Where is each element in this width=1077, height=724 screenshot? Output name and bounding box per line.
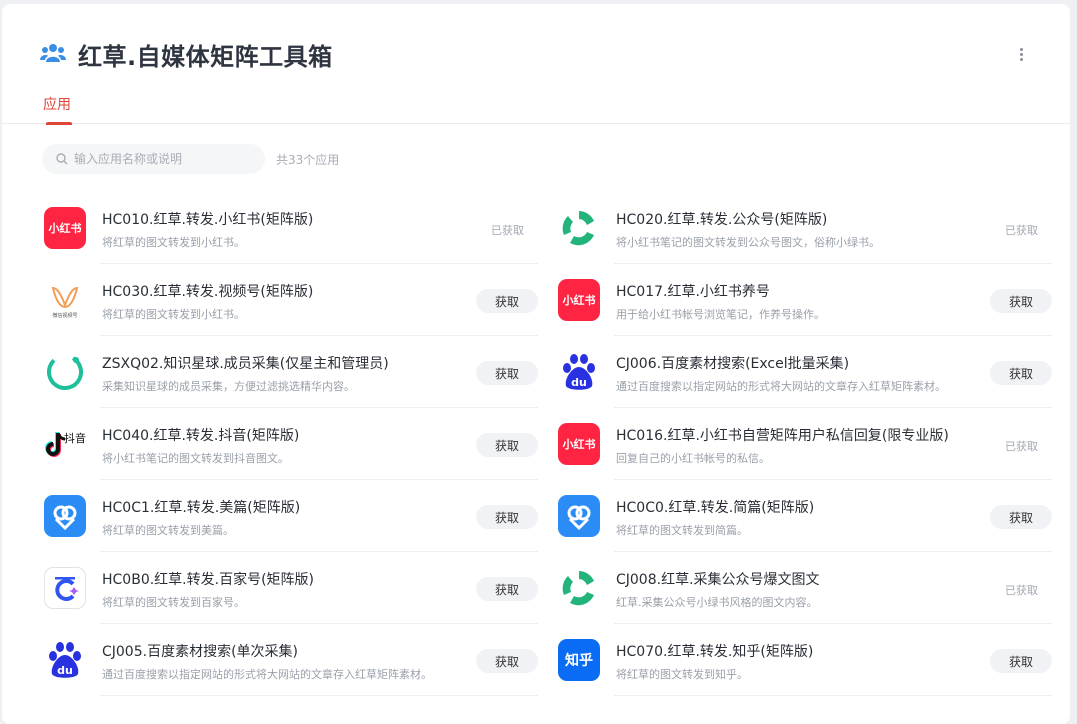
more-options-icon[interactable] — [1014, 46, 1028, 64]
app-count: 共33个应用 — [276, 153, 340, 167]
logo-text: du — [571, 376, 587, 389]
baijiahao-icon — [44, 567, 86, 609]
logo-text: 知乎 — [565, 653, 593, 669]
get-button[interactable]: 获取 — [990, 289, 1052, 313]
app-name: HC010.红草.转发.小红书(矩阵版) — [102, 212, 314, 228]
app-description: 红草.采集公众号小绿书风格的图文内容。 — [616, 596, 818, 609]
app-description: 将小红书笔记的图文转发到抖音图文。 — [102, 452, 289, 465]
get-button[interactable]: 获取 — [990, 505, 1052, 529]
search-box — [42, 144, 265, 174]
app-list-item[interactable]: CJ008.红草.采集公众号爆文图文 红草.采集公众号小绿书风格的图文内容。 已获取 — [558, 552, 1052, 624]
app-name: HC016.红草.小红书自营矩阵用户私信回复(限专业版) — [616, 428, 949, 444]
app-description: 将红草的图文转发到百家号。 — [102, 596, 245, 609]
acquired-status: 已获取 — [1005, 584, 1038, 597]
search-icon — [56, 153, 68, 165]
app-list-item[interactable]: HC0B0.红草.转发.百家号(矩阵版) 将红草的图文转发到百家号。 获取 — [44, 552, 538, 624]
app-list-item[interactable]: du CJ006.百度素材搜索(Excel批量采集) 通过百度搜索以指定网站的形式将… — [558, 336, 1052, 408]
app-list-item[interactable]: 小红书 HC016.红草.小红书自营矩阵用户私信回复(限专业版) 回复自己的小红书帐… — [558, 408, 1052, 480]
get-button[interactable]: 获取 — [476, 361, 538, 385]
app-description: 采集知识星球的成员采集，方便过滤挑选精华内容。 — [102, 380, 355, 393]
baidu-icon: du — [44, 639, 86, 681]
app-description: 将红草的图文转发到小红书。 — [102, 236, 245, 249]
app-name: HC0C0.红草.转发.简篇(矩阵版) — [616, 500, 815, 516]
get-button[interactable]: 获取 — [990, 649, 1052, 673]
app-list-item[interactable]: HC0C0.红草.转发.简篇(矩阵版) 将红草的图文转发到简篇。 获取 — [558, 480, 1052, 552]
app-list-item[interactable]: 小红书 HC017.红草.小红书养号用于给小红书帐号浏览笔记，作养号操作。 获取 — [558, 264, 1052, 336]
app-description: 回复自己的小红书帐号的私信。 — [616, 452, 770, 465]
get-button[interactable]: 获取 — [990, 361, 1052, 385]
get-button[interactable]: 获取 — [476, 577, 538, 601]
app-name: HC0B0.红草.转发.百家号(矩阵版) — [102, 572, 314, 588]
tab-active-indicator — [46, 122, 72, 125]
acquired-status: 已获取 — [1005, 224, 1038, 237]
app-description: 将红草的图文转发到美篇。 — [102, 524, 234, 537]
row-divider — [100, 695, 538, 696]
app-name: CJ005.百度素材搜索(单次采集) — [102, 644, 298, 660]
app-list-item[interactable]: HC0C1.红草.转发.美篇(矩阵版) 将红草的图文转发到美篇。 获取 — [44, 480, 538, 552]
app-name: CJ006.百度素材搜索(Excel批量采集) — [616, 356, 850, 372]
page-header: 红草.自媒体矩阵工具箱 应用 — [2, 4, 1070, 125]
get-button[interactable]: 获取 — [476, 433, 538, 457]
app-list-item[interactable]: 小红书 HC010.红草.转发.小红书(矩阵版) 将红草的图文转发到小红书。 已获取 — [44, 192, 538, 264]
app-name: CJ008.红草.采集公众号爆文图文 — [616, 572, 820, 588]
app-description: 将红草的图文转发到小红书。 — [102, 308, 245, 321]
logo-text: 小红书 — [48, 222, 82, 235]
app-description: 将小红书笔记的图文转发到公众号图文，俗称小绿书。 — [616, 236, 880, 249]
get-button[interactable]: 获取 — [476, 649, 538, 673]
baidu-icon: du — [558, 351, 600, 393]
app-name: HC017.红草.小红书养号 — [616, 284, 770, 300]
app-name: ZSXQ02.知识星球.成员采集(仅星主和管理员) — [102, 356, 389, 372]
jianpian-icon — [558, 495, 600, 537]
tab-apps[interactable]: 应用 — [43, 94, 71, 114]
app-name: HC040.红草.转发.抖音(矩阵版) — [102, 428, 300, 444]
acquired-status: 已获取 — [1005, 440, 1038, 453]
wechat-channels-icon: 微信视频号 — [44, 279, 86, 321]
app-list-item[interactable]: 微信视频号 HC030.红草.转发.视频号(矩阵版) 将红草的图文转发到小红书。 获取 — [44, 264, 538, 336]
xiaohongshu-icon: 小红书 — [558, 279, 600, 321]
logo-text: 小红书 — [562, 294, 596, 307]
app-name: HC030.红草.转发.视频号(矩阵版) — [102, 284, 314, 300]
zsxq-icon — [44, 351, 86, 393]
app-list-item[interactable]: 知乎 HC070.红草.转发.知乎(矩阵版) 将红草的图文转发到知乎。 获取 — [558, 624, 1052, 696]
zhihu-icon: 知乎 — [558, 639, 600, 681]
team-icon — [40, 44, 66, 62]
acquired-status: 已获取 — [491, 224, 524, 237]
app-card: 红草.自媒体矩阵工具箱 应用 共33个应用 小红书 HC010.红草.转发.小红书… — [2, 4, 1070, 724]
get-button[interactable]: 获取 — [476, 289, 538, 313]
douyin-icon: 抖音 — [44, 423, 86, 465]
logo-text: 微信视频号 — [52, 312, 77, 319]
app-name: HC0C1.红草.转发.美篇(矩阵版) — [102, 500, 301, 516]
meipian-icon — [44, 495, 86, 537]
logo-text: 小红书 — [562, 438, 596, 451]
wechat-official-account-icon — [558, 207, 600, 249]
search-input[interactable] — [74, 144, 254, 174]
logo-text: 抖音 — [64, 431, 86, 445]
app-list-item[interactable]: HC020.红草.转发.公众号(矩阵版) 将小红书笔记的图文转发到公众号图文，俗称… — [558, 192, 1052, 264]
app-description: 通过百度搜索以指定网站的形式将大网站的文章存入红草矩阵素材。 — [102, 668, 432, 681]
xiaohongshu-icon: 小红书 — [44, 207, 86, 249]
app-list-item[interactable]: 抖音 HC040.红草.转发.抖音(矩阵版) 将小红书笔记的图文转发到抖音图文。 获取 — [44, 408, 538, 480]
row-divider — [614, 695, 1052, 696]
logo-text: du — [57, 664, 73, 677]
app-list-item[interactable]: du CJ005.百度素材搜索(单次采集) 通过百度搜索以指定网站的形式将大网站的文… — [44, 624, 538, 696]
app-list-item[interactable]: ZSXQ02.知识星球.成员采集(仅星主和管理员) 采集知识星球的成员采集，方便过… — [44, 336, 538, 408]
app-description: 将红草的图文转发到简篇。 — [616, 524, 748, 537]
wechat-official-account-icon — [558, 567, 600, 609]
app-name: HC020.红草.转发.公众号(矩阵版) — [616, 212, 828, 228]
app-description: 通过百度搜索以指定网站的形式将大网站的文章存入红草矩阵素材。 — [616, 380, 946, 393]
page-title: 红草.自媒体矩阵工具箱 — [78, 43, 333, 71]
get-button[interactable]: 获取 — [476, 505, 538, 529]
app-description: 用于给小红书帐号浏览笔记，作养号操作。 — [616, 308, 825, 321]
xiaohongshu-icon: 小红书 — [558, 423, 600, 465]
app-description: 将红草的图文转发到知乎。 — [616, 668, 748, 681]
app-name: HC070.红草.转发.知乎(矩阵版) — [616, 644, 814, 660]
